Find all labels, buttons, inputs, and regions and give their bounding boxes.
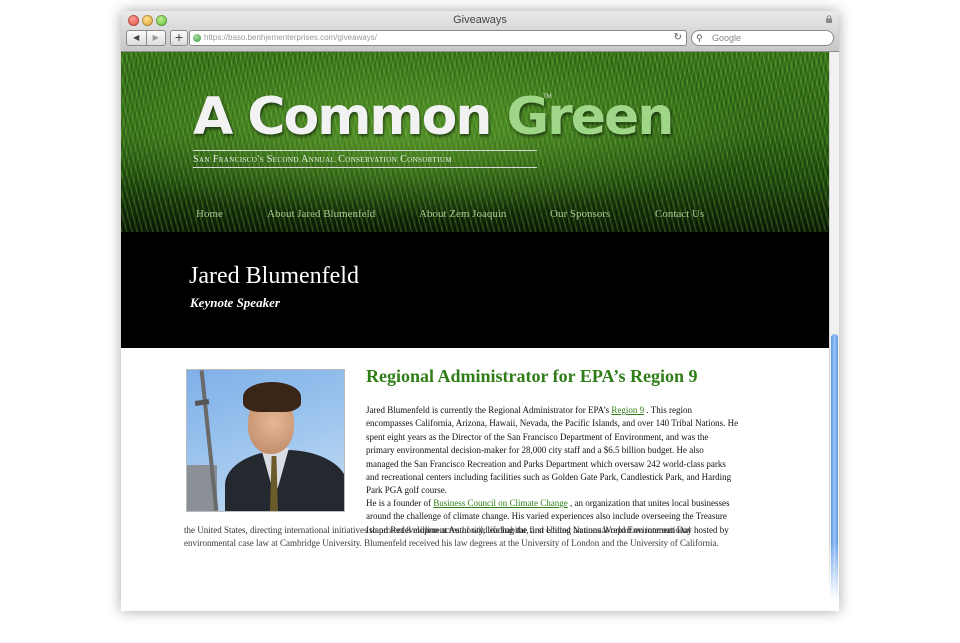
nav-contact[interactable]: Contact Us <box>655 208 704 220</box>
para1-text: . This region <box>644 405 692 415</box>
lock-icon <box>826 15 832 23</box>
logo-title-green: Green <box>506 87 674 147</box>
climate-council-link[interactable]: Business Council on Climate Change <box>433 498 568 508</box>
back-button[interactable]: ◀ <box>127 31 146 45</box>
browser-toolbar: Giveaways ◀ ▶ + https://baso.benhjemente… <box>121 11 839 52</box>
para1-line: encompasses California, Arizona, Hawaii,… <box>366 418 739 429</box>
site-header: A Common Green TM San Francisco's Second… <box>121 52 829 232</box>
region-9-link[interactable]: Region 9 <box>611 405 644 415</box>
speaker-role: Keynote Speaker <box>190 295 280 310</box>
vertical-scrollbar[interactable] <box>829 52 839 611</box>
para1-line: managed the San Francisco Recreation and… <box>366 458 726 469</box>
nav-about-jared[interactable]: About Jared Blumenfeld <box>267 208 375 220</box>
nav-about-zem[interactable]: About Zem Joaquin <box>419 208 506 220</box>
logo-subtitle: San Francisco's Second Annual Conservati… <box>193 150 537 168</box>
window-title: Giveaways <box>453 14 507 26</box>
globe-icon <box>193 34 201 42</box>
trademark-mark: TM <box>543 94 552 100</box>
para1-line: primary environmental decision-maker for… <box>366 445 704 456</box>
page-viewport: A Common Green TM San Francisco's Second… <box>121 52 829 611</box>
logo-title-white: A Common <box>193 87 507 147</box>
forward-button[interactable]: ▶ <box>145 31 166 45</box>
reload-button[interactable]: ↻ <box>674 31 682 45</box>
para1-text: Jared Blumenfeld is currently the Region… <box>366 405 612 415</box>
main-nav: Home About Jared Blumenfeld About Zem Jo… <box>121 208 829 228</box>
para2-text: He is a founder of <box>366 498 434 508</box>
para2-line: around the challenge of climate change. … <box>366 511 727 522</box>
article: Regional Administrator for EPA’s Region … <box>366 366 758 387</box>
nav-sponsors[interactable]: Our Sponsors <box>550 208 610 220</box>
nav-home[interactable]: Home <box>196 208 223 220</box>
para2-wide-line: the United States, directing internation… <box>184 525 691 535</box>
url-text: https://baso.benhjementerprises.com/give… <box>204 33 377 42</box>
bio-paragraph-1: Jared Blumenfeld is currently the Region… <box>366 404 758 498</box>
para1-line: and recreational centers including facil… <box>366 472 732 483</box>
article-heading: Regional Administrator for EPA’s Region … <box>366 366 698 386</box>
browser-window: Giveaways ◀ ▶ + https://baso.benhjemente… <box>121 11 839 611</box>
logo-title: A Common Green <box>193 87 674 147</box>
hero-banner: Jared Blumenfeld Keynote Speaker <box>121 232 829 348</box>
scrollbar-thumb[interactable] <box>831 334 838 604</box>
para1-line: spent eight years as the Director of the… <box>366 431 709 442</box>
magnifier-icon: ⚲ <box>696 33 703 43</box>
add-bookmark-button[interactable]: + <box>170 30 188 46</box>
site-logo[interactable]: A Common Green TM San Francisco's Second… <box>193 87 674 168</box>
history-buttons: ◀ ▶ <box>126 30 166 46</box>
bio-paragraph-2-continued: the United States, directing internation… <box>184 524 759 551</box>
para2-wide-line: environmental case law at Cambridge Univ… <box>184 538 719 549</box>
search-placeholder: Google <box>712 33 742 43</box>
para2-text: , an organization that unites local busi… <box>567 498 730 508</box>
speaker-name: Jared Blumenfeld <box>189 263 359 289</box>
main-content: Regional Administrator for EPA’s Region … <box>121 348 829 611</box>
search-input[interactable]: ⚲ Google <box>691 30 834 46</box>
para1-line: Park PGA golf course. <box>366 485 447 496</box>
speaker-photo <box>186 369 345 512</box>
address-bar[interactable]: https://baso.benhjementerprises.com/give… <box>189 30 687 46</box>
